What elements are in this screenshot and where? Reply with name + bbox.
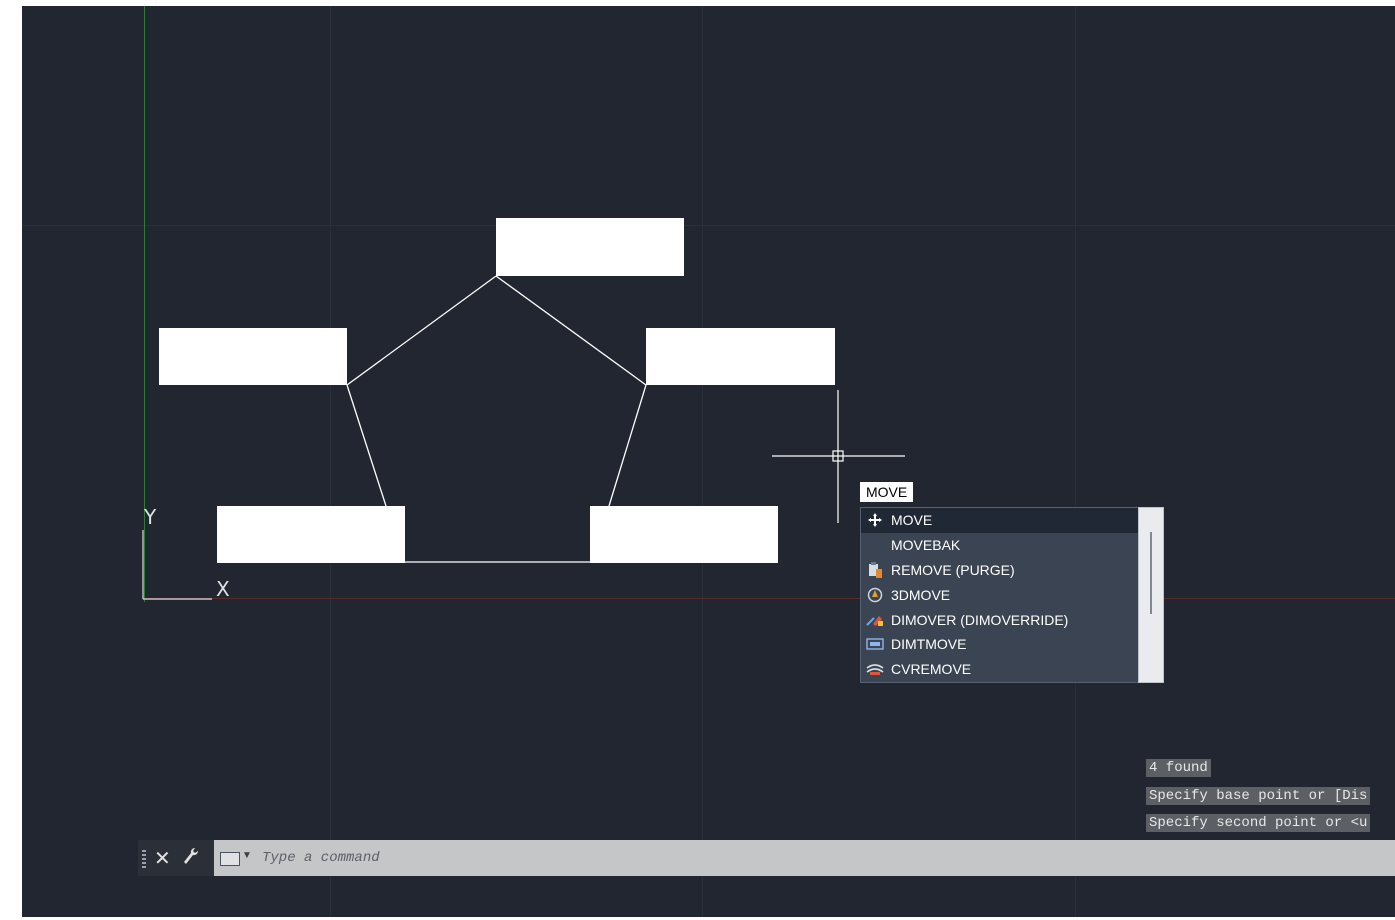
scrollbar-thumb[interactable] xyxy=(1150,532,1152,614)
3dmove-icon xyxy=(865,586,885,604)
suggestion-label: DIMTMOVE xyxy=(891,636,967,653)
suggestion-item-3dmove[interactable]: 3DMOVE xyxy=(861,582,1139,607)
suggestion-item-move[interactable]: MOVE xyxy=(861,508,1139,533)
suggestion-scrollbar[interactable] xyxy=(1138,507,1164,683)
connector-line xyxy=(346,275,497,386)
command-input-placeholder: Type a command xyxy=(262,850,380,866)
suggestion-label: MOVEBAK xyxy=(891,537,961,554)
connector-line xyxy=(608,384,647,507)
command-input[interactable]: ▼ Type a command xyxy=(214,840,1395,876)
suggestion-item-remove-purge[interactable]: REMOVE (PURGE) xyxy=(861,558,1139,583)
connector-line xyxy=(346,384,387,507)
command-history-line: 4 found xyxy=(1146,759,1211,777)
command-suggestion-list[interactable]: MOVE MOVEBAK REMOVE (PURGE) 3DMOVE DIMOV… xyxy=(860,507,1140,683)
suggestion-label: MOVE xyxy=(891,512,933,529)
suggestion-label: CVREMOVE xyxy=(891,661,972,678)
ucs-y-label: Y xyxy=(143,505,157,529)
wrench-icon[interactable] xyxy=(182,846,200,871)
dimoverride-icon xyxy=(865,611,885,629)
suggestion-item-dimtmove[interactable]: DIMTMOVE xyxy=(861,632,1139,657)
dynamic-input-tooltip: MOVE xyxy=(860,482,914,502)
command-history-line: Specify second point or <u xyxy=(1146,814,1371,832)
chevron-down-icon[interactable]: ▼ xyxy=(242,850,252,861)
suggestion-item-cvremove[interactable]: CVREMOVE xyxy=(861,657,1139,682)
suggestion-label: REMOVE (PURGE) xyxy=(891,561,1015,578)
command-history-line: Specify base point or [Dis xyxy=(1146,787,1371,805)
drawing-lines: Y X xyxy=(142,275,905,601)
drawing-canvas[interactable]: Y X MOVE MOVE MOVEBAK REMOVE (PURGE) 3DM… xyxy=(22,6,1395,917)
connector-line xyxy=(495,275,647,386)
suggestion-label: 3DMOVE xyxy=(891,586,951,603)
purge-icon xyxy=(865,561,885,579)
command-prompt-icon[interactable] xyxy=(220,852,240,866)
suggestion-item-dimover[interactable]: DIMOVER (DIMOVERRIDE) xyxy=(861,607,1139,632)
drag-grip-icon[interactable] xyxy=(142,850,146,868)
suggestion-item-movebak[interactable]: MOVEBAK xyxy=(861,533,1139,558)
cvremove-icon xyxy=(865,660,885,678)
move-arrows-icon xyxy=(865,511,885,529)
dimtmove-icon xyxy=(865,635,885,653)
close-icon[interactable]: ✕ xyxy=(154,846,171,871)
command-line-bar: ✕ ▼ Type a command xyxy=(138,840,1395,876)
suggestion-label: DIMOVER (DIMOVERRIDE) xyxy=(891,611,1069,628)
ucs-x-label: X xyxy=(216,577,230,601)
